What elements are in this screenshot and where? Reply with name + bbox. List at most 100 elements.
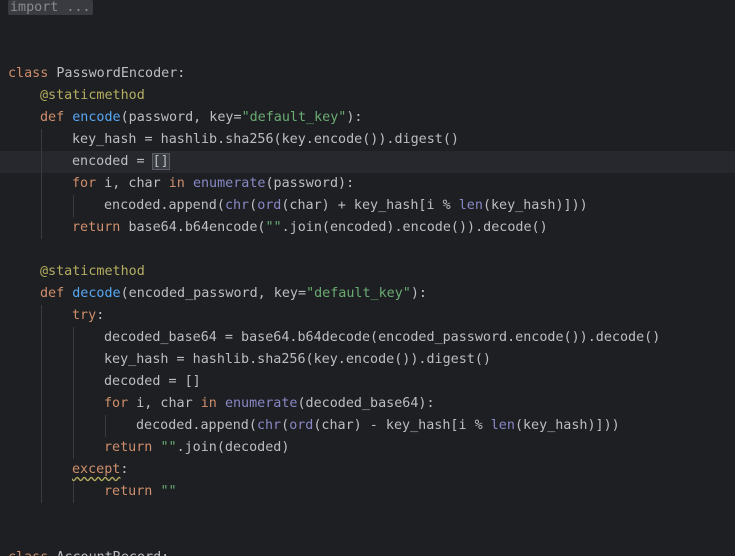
code-text: decoded_base64 = base64.b64decode(encode…	[104, 327, 660, 349]
code-text: key_hash = hashlib.sha256(key.encode()).…	[72, 129, 459, 151]
code-text: except:	[72, 459, 128, 481]
code-token: @staticmethod	[40, 88, 145, 103]
indent-guide	[41, 393, 42, 415]
code-token: class	[8, 550, 56, 556]
code-token: ord	[289, 418, 314, 433]
code-token: i, char	[136, 396, 201, 411]
code-token: class	[8, 66, 57, 81]
code-token: key_hash = hashlib.sha256(key.encode()).…	[104, 352, 491, 367]
code-token: except	[72, 462, 121, 477]
code-line[interactable]	[0, 239, 735, 261]
code-text: def encode(password, key="default_key"):	[40, 107, 363, 129]
code-token: enumerate	[192, 176, 266, 191]
code-token: for	[72, 176, 105, 191]
code-token: :	[120, 462, 129, 477]
code-line[interactable]: key_hash = hashlib.sha256(key.encode()).…	[0, 349, 735, 371]
indent-guide	[73, 437, 74, 459]
indent-guide	[41, 371, 42, 393]
code-token: ""	[160, 484, 177, 499]
code-line[interactable]: class PasswordEncoder:	[0, 63, 735, 85]
code-token: try	[72, 308, 97, 323]
code-token: ):	[410, 286, 427, 301]
indent-guide	[41, 195, 42, 217]
code-token: "default_key"	[241, 110, 347, 125]
code-token: chr	[256, 418, 282, 433]
indent-guide	[73, 349, 74, 371]
code-token: (encoded_password, key=	[120, 286, 307, 301]
code-token: return	[104, 484, 161, 499]
code-line[interactable]: return "".join(decoded)	[0, 437, 735, 459]
code-line[interactable]: for i, char in enumerate(decoded_base64)…	[0, 393, 735, 415]
code-token: for	[104, 396, 137, 411]
code-token: .join(decoded)	[176, 440, 290, 455]
code-text: decoded = []	[104, 371, 201, 393]
code-editor[interactable]: import ... class PasswordEncoder: @staticm…	[0, 0, 735, 556]
code-text: try:	[72, 305, 104, 327]
code-token: len	[458, 198, 483, 213]
code-token: ""	[160, 440, 177, 455]
code-line[interactable]: try:	[0, 305, 735, 327]
code-text: encoded = []	[72, 151, 170, 173]
code-token: decoded.append(	[136, 418, 257, 433]
code-line[interactable]: decoded.append(chr(ord(char) - key_hash[…	[0, 415, 735, 437]
code-token: decode	[72, 286, 121, 301]
indent-guide	[73, 195, 74, 217]
code-token: (decoded_base64):	[297, 396, 435, 411]
code-text: @staticmethod	[40, 85, 145, 107]
code-token: decoded = []	[104, 374, 201, 389]
code-token: def	[40, 286, 73, 301]
code-token: .join(encoded).encode()).decode()	[281, 220, 548, 235]
code-text: return base64.b64encode("".join(encoded)…	[72, 217, 548, 239]
code-token: @staticmethod	[40, 264, 145, 279]
code-token: decoded_base64 = base64.b64decode(encode…	[104, 330, 661, 345]
code-line[interactable]: decoded = []	[0, 371, 735, 393]
code-line[interactable]: import ...	[0, 0, 735, 19]
code-token: PasswordEncoder:	[56, 66, 186, 81]
code-token: AccountRecord:	[56, 550, 169, 556]
indent-guide	[73, 327, 74, 349]
code-line[interactable]: key_hash = hashlib.sha256(key.encode()).…	[0, 129, 735, 151]
indent-guide	[41, 459, 42, 481]
indent-guide	[41, 437, 42, 459]
code-token: :	[96, 308, 105, 323]
code-token: encoded =	[72, 154, 153, 169]
indent-guide	[41, 173, 42, 195]
code-line[interactable]	[0, 41, 735, 63]
code-line[interactable]: decoded_base64 = base64.b64decode(encode…	[0, 327, 735, 349]
indent-guide	[73, 371, 74, 393]
code-line[interactable]: except:	[0, 459, 735, 481]
code-text: @staticmethod	[40, 261, 145, 283]
code-line[interactable]: for i, char in enumerate(password):	[0, 173, 735, 195]
code-line[interactable]: def encode(password, key="default_key"):	[0, 107, 735, 129]
folded-imports[interactable]: import ...	[8, 0, 93, 15]
code-token: ):	[346, 110, 363, 125]
code-token: (	[281, 418, 290, 433]
indent-guide	[41, 217, 42, 239]
code-line[interactable]: @staticmethod	[0, 85, 735, 107]
code-line[interactable]	[0, 503, 735, 525]
code-line[interactable]: return base64.b64encode("".join(encoded)…	[0, 217, 735, 239]
code-line[interactable]	[0, 525, 735, 547]
code-text: decoded.append(chr(ord(char) - key_hash[…	[136, 415, 620, 437]
code-token: in	[200, 396, 225, 411]
code-line[interactable]: encoded.append(chr(ord(char) + key_hash[…	[0, 195, 735, 217]
code-text: class PasswordEncoder:	[8, 63, 185, 85]
code-line[interactable]: class AccountRecord:	[0, 547, 735, 556]
code-token: []	[151, 153, 170, 170]
code-line[interactable]	[0, 19, 735, 41]
code-line[interactable]: @staticmethod	[0, 261, 735, 283]
code-text: import ...	[8, 0, 93, 19]
code-token: (key_hash)]))	[482, 198, 588, 213]
code-text: class AccountRecord:	[8, 547, 169, 556]
code-token: i, char	[104, 176, 169, 191]
code-line[interactable]: encoded = []	[0, 151, 735, 173]
code-token: (char) + key_hash[i %	[281, 198, 459, 213]
indent-guide	[41, 151, 42, 173]
code-token: def	[40, 110, 73, 125]
code-token: "default_key"	[306, 286, 411, 301]
indent-guide	[73, 393, 74, 415]
code-token: chr	[224, 198, 250, 213]
code-line[interactable]: return ""	[0, 481, 735, 503]
code-line[interactable]: def decode(encoded_password, key="defaul…	[0, 283, 735, 305]
code-token: (char) - key_hash[i %	[313, 418, 491, 433]
